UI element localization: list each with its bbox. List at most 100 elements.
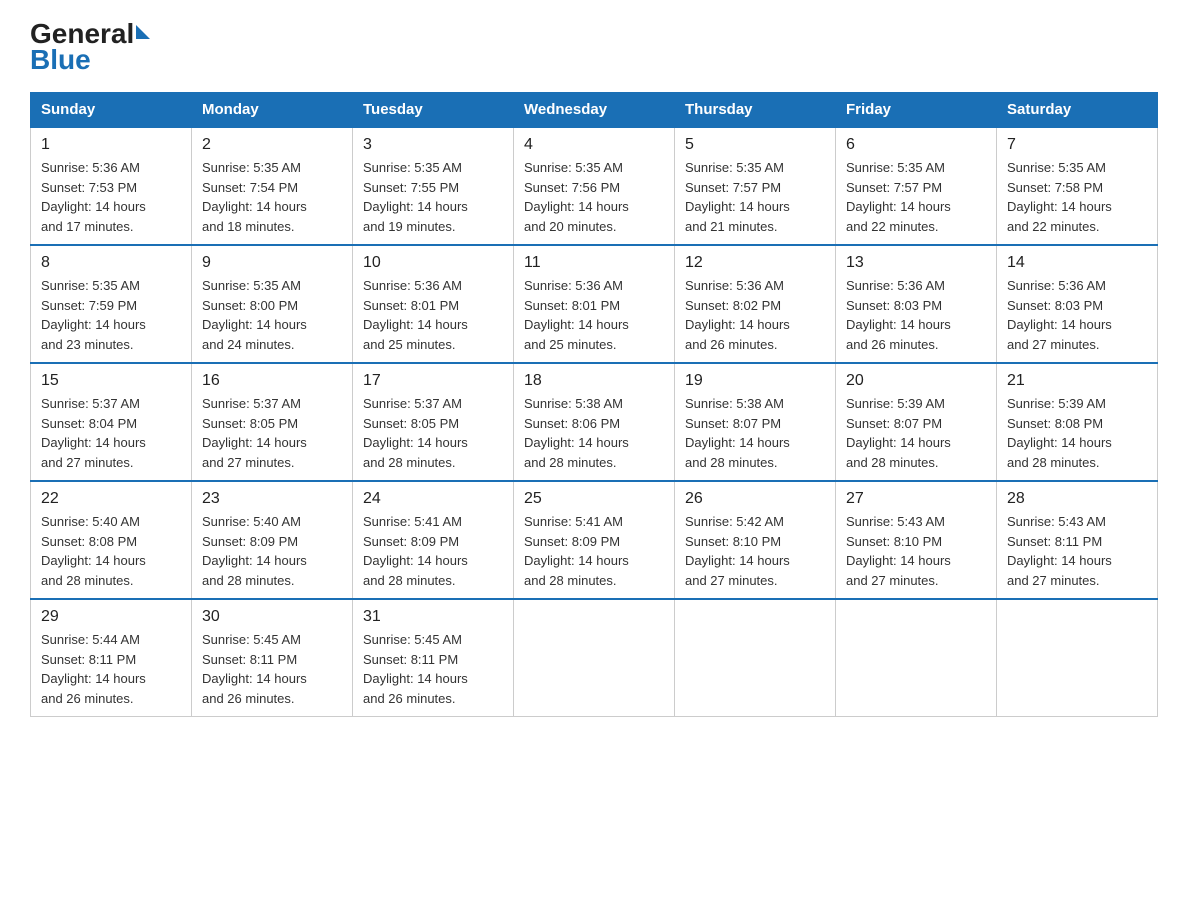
calendar-cell: 6 Sunrise: 5:35 AM Sunset: 7:57 PM Dayli… bbox=[836, 127, 997, 245]
day-detail: Sunrise: 5:36 AM Sunset: 8:01 PM Dayligh… bbox=[524, 276, 664, 354]
day-number: 22 bbox=[41, 490, 181, 508]
day-detail: Sunrise: 5:39 AM Sunset: 8:08 PM Dayligh… bbox=[1007, 394, 1147, 472]
day-detail: Sunrise: 5:37 AM Sunset: 8:05 PM Dayligh… bbox=[363, 394, 503, 472]
day-detail: Sunrise: 5:36 AM Sunset: 8:03 PM Dayligh… bbox=[846, 276, 986, 354]
day-number: 20 bbox=[846, 372, 986, 390]
calendar-cell: 22 Sunrise: 5:40 AM Sunset: 8:08 PM Dayl… bbox=[31, 481, 192, 599]
calendar-cell: 18 Sunrise: 5:38 AM Sunset: 8:06 PM Dayl… bbox=[514, 363, 675, 481]
day-number: 25 bbox=[524, 490, 664, 508]
day-detail: Sunrise: 5:40 AM Sunset: 8:09 PM Dayligh… bbox=[202, 512, 342, 590]
day-detail: Sunrise: 5:35 AM Sunset: 7:58 PM Dayligh… bbox=[1007, 158, 1147, 236]
day-number: 9 bbox=[202, 254, 342, 272]
day-detail: Sunrise: 5:36 AM Sunset: 8:03 PM Dayligh… bbox=[1007, 276, 1147, 354]
day-number: 19 bbox=[685, 372, 825, 390]
day-number: 28 bbox=[1007, 490, 1147, 508]
calendar-cell: 1 Sunrise: 5:36 AM Sunset: 7:53 PM Dayli… bbox=[31, 127, 192, 245]
day-number: 2 bbox=[202, 136, 342, 154]
day-detail: Sunrise: 5:42 AM Sunset: 8:10 PM Dayligh… bbox=[685, 512, 825, 590]
calendar-cell: 26 Sunrise: 5:42 AM Sunset: 8:10 PM Dayl… bbox=[675, 481, 836, 599]
day-detail: Sunrise: 5:38 AM Sunset: 8:06 PM Dayligh… bbox=[524, 394, 664, 472]
calendar-cell: 25 Sunrise: 5:41 AM Sunset: 8:09 PM Dayl… bbox=[514, 481, 675, 599]
calendar-cell: 11 Sunrise: 5:36 AM Sunset: 8:01 PM Dayl… bbox=[514, 245, 675, 363]
calendar-cell: 28 Sunrise: 5:43 AM Sunset: 8:11 PM Dayl… bbox=[997, 481, 1158, 599]
weekday-header-friday: Friday bbox=[836, 93, 997, 128]
calendar-cell bbox=[997, 599, 1158, 717]
day-number: 8 bbox=[41, 254, 181, 272]
day-detail: Sunrise: 5:35 AM Sunset: 7:57 PM Dayligh… bbox=[846, 158, 986, 236]
calendar-cell: 12 Sunrise: 5:36 AM Sunset: 8:02 PM Dayl… bbox=[675, 245, 836, 363]
day-number: 29 bbox=[41, 608, 181, 626]
day-detail: Sunrise: 5:35 AM Sunset: 7:54 PM Dayligh… bbox=[202, 158, 342, 236]
logo: General Blue bbox=[30, 20, 150, 74]
day-number: 16 bbox=[202, 372, 342, 390]
calendar-cell: 5 Sunrise: 5:35 AM Sunset: 7:57 PM Dayli… bbox=[675, 127, 836, 245]
day-number: 4 bbox=[524, 136, 664, 154]
calendar-cell: 27 Sunrise: 5:43 AM Sunset: 8:10 PM Dayl… bbox=[836, 481, 997, 599]
day-number: 23 bbox=[202, 490, 342, 508]
calendar-cell: 19 Sunrise: 5:38 AM Sunset: 8:07 PM Dayl… bbox=[675, 363, 836, 481]
day-number: 31 bbox=[363, 608, 503, 626]
day-number: 24 bbox=[363, 490, 503, 508]
calendar-cell: 13 Sunrise: 5:36 AM Sunset: 8:03 PM Dayl… bbox=[836, 245, 997, 363]
calendar-cell: 29 Sunrise: 5:44 AM Sunset: 8:11 PM Dayl… bbox=[31, 599, 192, 717]
day-detail: Sunrise: 5:35 AM Sunset: 7:59 PM Dayligh… bbox=[41, 276, 181, 354]
calendar-cell bbox=[675, 599, 836, 717]
calendar-cell: 7 Sunrise: 5:35 AM Sunset: 7:58 PM Dayli… bbox=[997, 127, 1158, 245]
day-detail: Sunrise: 5:45 AM Sunset: 8:11 PM Dayligh… bbox=[202, 630, 342, 708]
day-detail: Sunrise: 5:36 AM Sunset: 7:53 PM Dayligh… bbox=[41, 158, 181, 236]
weekday-header-row: SundayMondayTuesdayWednesdayThursdayFrid… bbox=[31, 93, 1158, 128]
day-number: 10 bbox=[363, 254, 503, 272]
calendar-cell: 17 Sunrise: 5:37 AM Sunset: 8:05 PM Dayl… bbox=[353, 363, 514, 481]
day-number: 5 bbox=[685, 136, 825, 154]
day-number: 3 bbox=[363, 136, 503, 154]
day-detail: Sunrise: 5:43 AM Sunset: 8:11 PM Dayligh… bbox=[1007, 512, 1147, 590]
calendar-cell: 3 Sunrise: 5:35 AM Sunset: 7:55 PM Dayli… bbox=[353, 127, 514, 245]
day-detail: Sunrise: 5:40 AM Sunset: 8:08 PM Dayligh… bbox=[41, 512, 181, 590]
day-detail: Sunrise: 5:35 AM Sunset: 7:57 PM Dayligh… bbox=[685, 158, 825, 236]
day-number: 14 bbox=[1007, 254, 1147, 272]
day-detail: Sunrise: 5:41 AM Sunset: 8:09 PM Dayligh… bbox=[363, 512, 503, 590]
calendar-cell: 24 Sunrise: 5:41 AM Sunset: 8:09 PM Dayl… bbox=[353, 481, 514, 599]
calendar-cell: 30 Sunrise: 5:45 AM Sunset: 8:11 PM Dayl… bbox=[192, 599, 353, 717]
calendar-cell bbox=[836, 599, 997, 717]
calendar-cell: 15 Sunrise: 5:37 AM Sunset: 8:04 PM Dayl… bbox=[31, 363, 192, 481]
calendar-cell: 20 Sunrise: 5:39 AM Sunset: 8:07 PM Dayl… bbox=[836, 363, 997, 481]
calendar-cell: 8 Sunrise: 5:35 AM Sunset: 7:59 PM Dayli… bbox=[31, 245, 192, 363]
calendar-cell: 16 Sunrise: 5:37 AM Sunset: 8:05 PM Dayl… bbox=[192, 363, 353, 481]
day-detail: Sunrise: 5:35 AM Sunset: 7:55 PM Dayligh… bbox=[363, 158, 503, 236]
day-number: 21 bbox=[1007, 372, 1147, 390]
day-detail: Sunrise: 5:35 AM Sunset: 7:56 PM Dayligh… bbox=[524, 158, 664, 236]
day-detail: Sunrise: 5:45 AM Sunset: 8:11 PM Dayligh… bbox=[363, 630, 503, 708]
day-detail: Sunrise: 5:44 AM Sunset: 8:11 PM Dayligh… bbox=[41, 630, 181, 708]
weekday-header-wednesday: Wednesday bbox=[514, 93, 675, 128]
page-header: General Blue bbox=[30, 20, 1158, 74]
day-detail: Sunrise: 5:37 AM Sunset: 8:05 PM Dayligh… bbox=[202, 394, 342, 472]
calendar-cell: 4 Sunrise: 5:35 AM Sunset: 7:56 PM Dayli… bbox=[514, 127, 675, 245]
day-number: 6 bbox=[846, 136, 986, 154]
weekday-header-sunday: Sunday bbox=[31, 93, 192, 128]
day-detail: Sunrise: 5:41 AM Sunset: 8:09 PM Dayligh… bbox=[524, 512, 664, 590]
day-number: 27 bbox=[846, 490, 986, 508]
day-number: 1 bbox=[41, 136, 181, 154]
logo-blue-text: Blue bbox=[30, 46, 91, 74]
week-row-5: 29 Sunrise: 5:44 AM Sunset: 8:11 PM Dayl… bbox=[31, 599, 1158, 717]
week-row-4: 22 Sunrise: 5:40 AM Sunset: 8:08 PM Dayl… bbox=[31, 481, 1158, 599]
calendar-table: SundayMondayTuesdayWednesdayThursdayFrid… bbox=[30, 92, 1158, 717]
calendar-cell: 2 Sunrise: 5:35 AM Sunset: 7:54 PM Dayli… bbox=[192, 127, 353, 245]
day-detail: Sunrise: 5:35 AM Sunset: 8:00 PM Dayligh… bbox=[202, 276, 342, 354]
calendar-cell: 31 Sunrise: 5:45 AM Sunset: 8:11 PM Dayl… bbox=[353, 599, 514, 717]
day-detail: Sunrise: 5:36 AM Sunset: 8:01 PM Dayligh… bbox=[363, 276, 503, 354]
day-number: 13 bbox=[846, 254, 986, 272]
logo-triangle-icon bbox=[136, 25, 150, 39]
day-number: 12 bbox=[685, 254, 825, 272]
day-number: 30 bbox=[202, 608, 342, 626]
week-row-1: 1 Sunrise: 5:36 AM Sunset: 7:53 PM Dayli… bbox=[31, 127, 1158, 245]
calendar-cell: 10 Sunrise: 5:36 AM Sunset: 8:01 PM Dayl… bbox=[353, 245, 514, 363]
weekday-header-monday: Monday bbox=[192, 93, 353, 128]
calendar-cell: 23 Sunrise: 5:40 AM Sunset: 8:09 PM Dayl… bbox=[192, 481, 353, 599]
calendar-cell: 14 Sunrise: 5:36 AM Sunset: 8:03 PM Dayl… bbox=[997, 245, 1158, 363]
weekday-header-saturday: Saturday bbox=[997, 93, 1158, 128]
calendar-cell bbox=[514, 599, 675, 717]
weekday-header-tuesday: Tuesday bbox=[353, 93, 514, 128]
day-number: 15 bbox=[41, 372, 181, 390]
